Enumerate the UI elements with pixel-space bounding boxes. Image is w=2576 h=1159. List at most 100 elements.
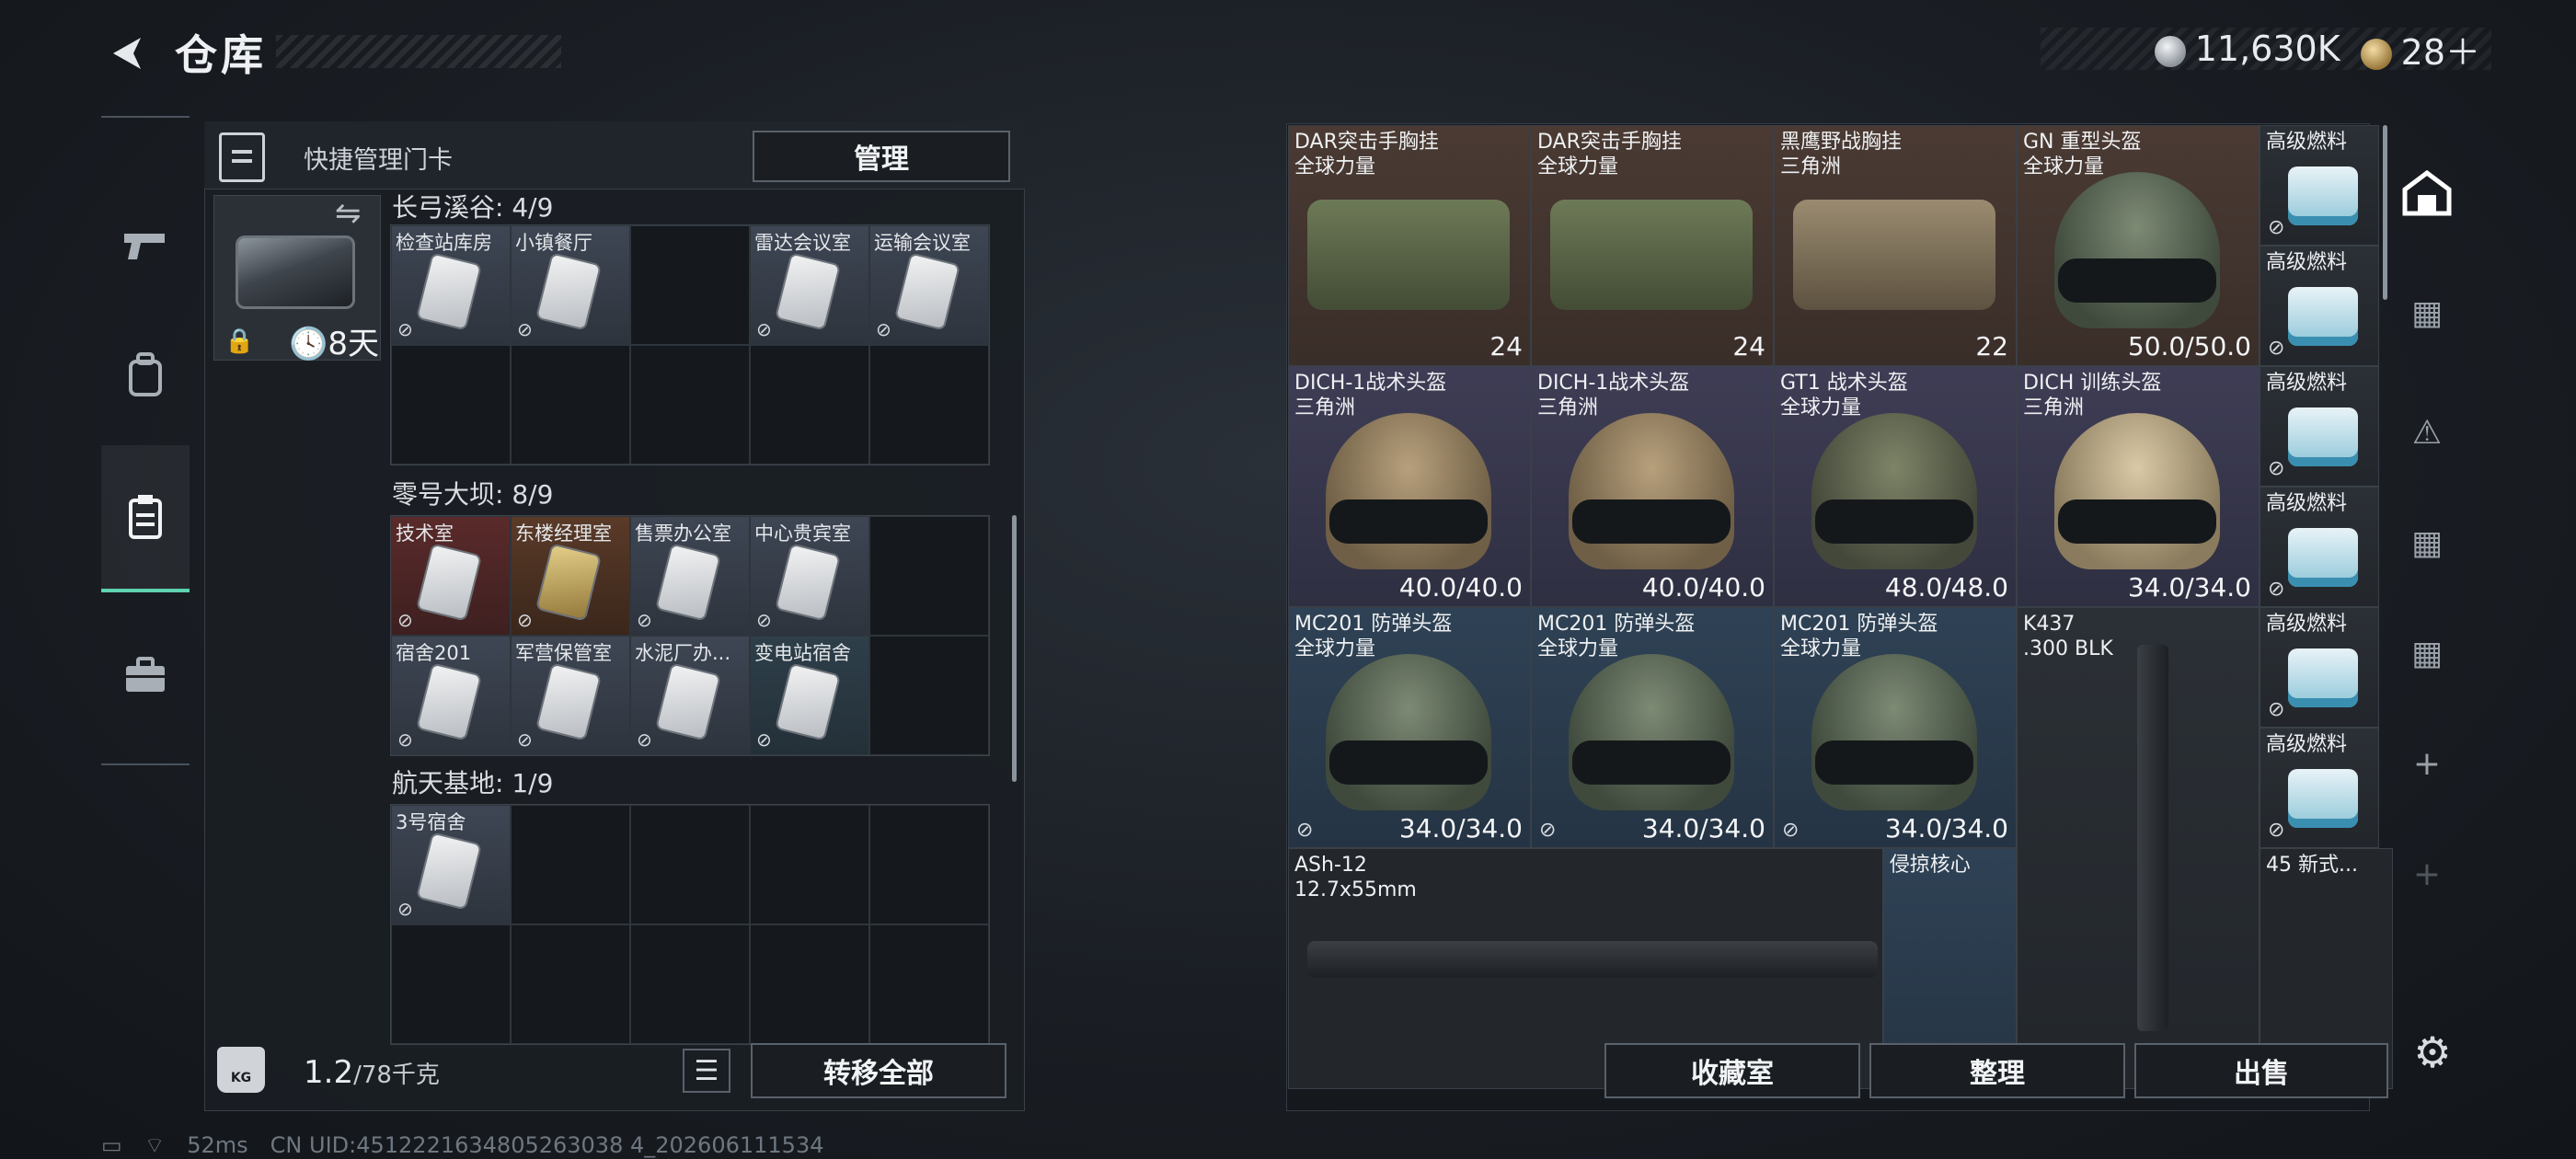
- storage-tab-3[interactable]: ▦: [2385, 258, 2469, 368]
- fuel-item[interactable]: 高级燃料 ⊘: [2260, 125, 2379, 246]
- fuel-item[interactable]: 高级燃料 ⊘: [2260, 728, 2379, 848]
- item-value: 48.0/48.0: [1884, 572, 2008, 602]
- keycard[interactable]: 变电站宿舍 ⊘: [751, 637, 868, 754]
- storage-item[interactable]: DAR突击手胸挂 全球力量 24: [1531, 125, 1774, 366]
- keycard-slot: [511, 924, 630, 1044]
- storage-item[interactable]: GN 重型头盔 全球力量 50.0/50.0: [2017, 125, 2260, 366]
- keycard-image: [896, 254, 959, 329]
- storage-item[interactable]: DICH-1战术头盔 三角洲 40.0/40.0: [1288, 366, 1531, 607]
- swap-icon[interactable]: ⇋: [335, 195, 362, 232]
- unbound-icon: ⊘: [756, 609, 772, 631]
- storage-tab-4[interactable]: ▦: [2385, 488, 2469, 598]
- rifle-image: [2137, 645, 2168, 1031]
- toolbox-icon: [126, 657, 165, 692]
- storage-tab-3-alert[interactable]: ⚠: [2385, 377, 2469, 488]
- quick-manage-title: 快捷管理门卡: [304, 146, 453, 175]
- storage-tab-main[interactable]: [2385, 138, 2469, 248]
- fuel-item[interactable]: 高级燃料 ⊘: [2260, 607, 2379, 728]
- collection-room-button[interactable]: 收藏室: [1604, 1043, 1860, 1098]
- toolbox-category-tab[interactable]: [101, 602, 190, 749]
- silver-coin-icon: [2154, 35, 2186, 67]
- back-button[interactable]: [99, 26, 155, 81]
- keycard-name: 小镇餐厅: [515, 232, 592, 254]
- helmet-visor: [2058, 499, 2216, 544]
- item-value: 40.0/40.0: [1641, 572, 1765, 602]
- keycard[interactable]: 雷达会议室 ⊘: [751, 226, 868, 344]
- keycard-slot[interactable]: 宿舍201 ⊘: [391, 636, 511, 755]
- page-title: 仓库: [175, 30, 267, 80]
- sell-button[interactable]: 出售: [2134, 1043, 2388, 1098]
- transfer-all-button[interactable]: 转移全部: [751, 1043, 1006, 1098]
- storage-tabs-rail: ▦ ⚠ ▦ ▦ + +: [2385, 138, 2469, 1012]
- fuel-name: 高级燃料: [2266, 251, 2348, 274]
- gold-currency[interactable]: 28＋: [2360, 24, 2480, 75]
- keycard-slot: [630, 805, 750, 924]
- keycard[interactable]: 宿舍201 ⊘: [392, 637, 510, 754]
- unbound-icon: ⊘: [1782, 819, 1800, 842]
- list-icon: ☰: [694, 1054, 719, 1087]
- keycard[interactable]: 运输会议室 ⊘: [870, 226, 988, 344]
- storage-item[interactable]: MC201 防弹头盔 全球力量 34.0/34.0 ⊘: [1288, 607, 1531, 848]
- section-title-space-base: 航天基地: 1/9: [392, 768, 554, 798]
- keycard-image: [657, 664, 719, 740]
- keycard-slot: [869, 805, 989, 924]
- keycard[interactable]: 水泥厂办... ⊘: [631, 637, 749, 754]
- keycard[interactable]: 军营保管室 ⊘: [512, 637, 629, 754]
- add-storage-button[interactable]: +: [2385, 708, 2469, 819]
- manage-button[interactable]: 管理: [753, 131, 1010, 182]
- keycard[interactable]: 小镇餐厅 ⊘: [512, 226, 629, 344]
- sort-button[interactable]: 整理: [1869, 1043, 2125, 1098]
- keycard-slot[interactable]: 变电站宿舍 ⊘: [750, 636, 869, 755]
- storage-item[interactable]: MC201 防弹头盔 全球力量 34.0/34.0 ⊘: [1774, 607, 2017, 848]
- item-name: GN 重型头盔 全球力量: [2023, 131, 2142, 178]
- keycard[interactable]: 技术室 ⊘: [392, 517, 510, 635]
- keycard-slot[interactable]: 售票办公室 ⊘: [630, 516, 750, 636]
- keycard-image: [537, 254, 600, 329]
- keycard-category-tab[interactable]: [101, 445, 190, 592]
- weapons-category-tab[interactable]: [101, 173, 190, 320]
- storage-item[interactable]: K437.300 BLK: [2017, 607, 2260, 1089]
- keycard-slot[interactable]: 小镇餐厅 ⊘: [511, 225, 630, 345]
- keycard-slot[interactable]: 雷达会议室 ⊘: [750, 225, 869, 345]
- helmet-visor: [1572, 499, 1731, 544]
- keycard-image: [776, 664, 839, 740]
- settings-button[interactable]: ⚙: [2405, 1025, 2460, 1080]
- list-view-button[interactable]: ☰: [683, 1049, 730, 1093]
- equipment-category-tab[interactable]: [101, 302, 190, 449]
- storage-item[interactable]: 黑鹰野战胸挂 三角洲 22: [1774, 125, 2017, 366]
- keycard-slot: [630, 924, 750, 1044]
- storage-item[interactable]: DICH 训练头盔 三角洲 34.0/34.0: [2017, 366, 2260, 607]
- storage-item[interactable]: DAR突击手胸挂 全球力量 24: [1288, 125, 1531, 366]
- keycard[interactable]: 中心贵宾室 ⊘: [751, 517, 868, 635]
- keycard-slot: [391, 924, 511, 1044]
- keycard-slot[interactable]: 检查站库房 ⊘: [391, 225, 511, 345]
- keycard-slot[interactable]: 军营保管室 ⊘: [511, 636, 630, 755]
- keycard-holder-icon: [219, 132, 265, 182]
- keycard[interactable]: 东楼经理室 ⊘: [512, 517, 629, 635]
- clock-icon: 🕓: [289, 326, 328, 362]
- storage-item[interactable]: MC201 防弹头盔 全球力量 34.0/34.0 ⊘: [1531, 607, 1774, 848]
- storage-tab-4b[interactable]: ▦: [2385, 598, 2469, 708]
- keycard-slot[interactable]: 技术室 ⊘: [391, 516, 511, 636]
- keycard[interactable]: 检查站库房 ⊘: [392, 226, 510, 344]
- keycard-slot[interactable]: 东楼经理室 ⊘: [511, 516, 630, 636]
- currency-bar: 11,630K 28＋: [2041, 28, 2491, 73]
- keycard-image: [418, 833, 480, 909]
- fuel-item[interactable]: 高级燃料 ⊘: [2260, 366, 2379, 487]
- storage-item[interactable]: GT1 战术头盔 全球力量 48.0/48.0: [1774, 366, 2017, 607]
- storage-item[interactable]: DICH-1战术头盔 三角洲 40.0/40.0: [1531, 366, 1774, 607]
- keycard-name: 中心贵宾室: [754, 522, 851, 545]
- fuel-item[interactable]: 高级燃料 ⊘: [2260, 246, 2379, 366]
- keycard-slot[interactable]: 中心贵宾室 ⊘: [750, 516, 869, 636]
- helmet-image: [1569, 413, 1734, 569]
- keycard-slot[interactable]: 水泥厂办... ⊘: [630, 636, 750, 755]
- fuel-can-image: [2288, 528, 2358, 587]
- keycard-slot: [630, 225, 750, 345]
- fuel-can-image: [2288, 769, 2358, 828]
- keycard-scrollbar[interactable]: [1012, 515, 1017, 782]
- keycard[interactable]: 3号宿舍 ⊘: [392, 806, 510, 924]
- fuel-item[interactable]: 高级燃料 ⊘: [2260, 487, 2379, 607]
- keycard-slot[interactable]: 运输会议室 ⊘: [869, 225, 989, 345]
- keycard-slot[interactable]: 3号宿舍 ⊘: [391, 805, 511, 924]
- keycard[interactable]: 售票办公室 ⊘: [631, 517, 749, 635]
